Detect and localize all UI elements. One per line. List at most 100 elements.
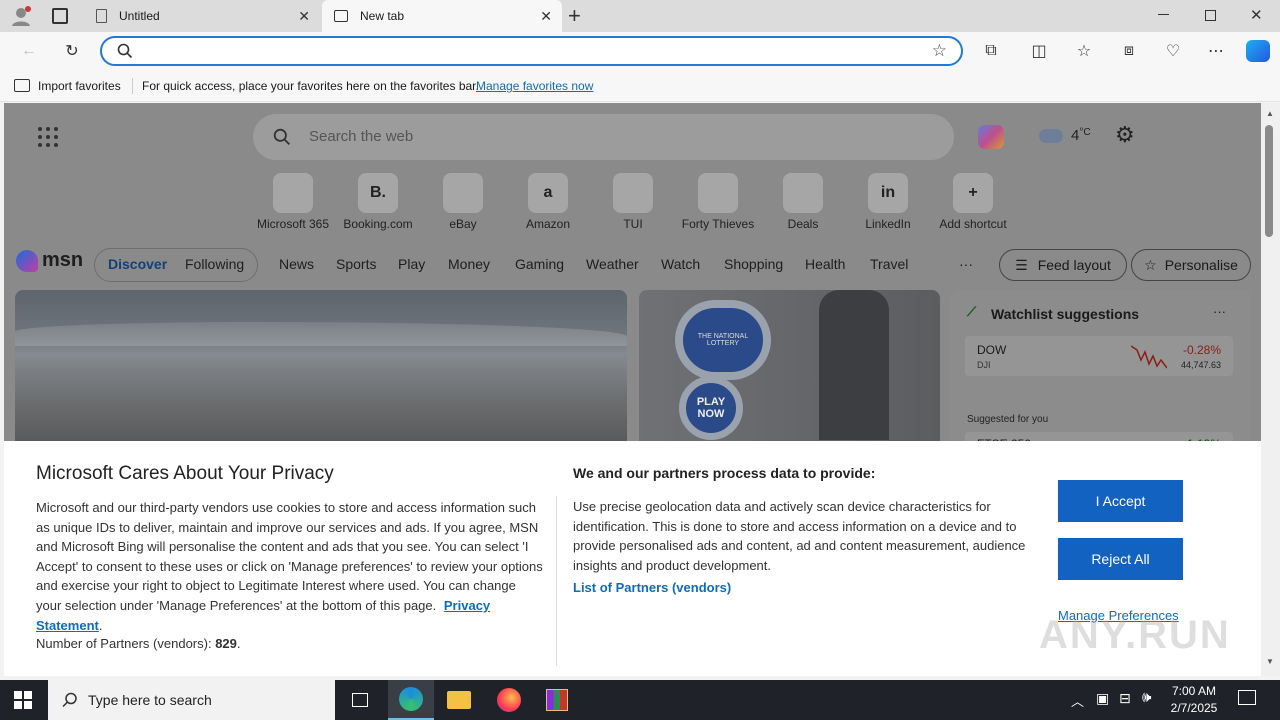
nav-more-icon[interactable]: ··· (959, 256, 973, 272)
feed-layout-button[interactable]: ☰ Feed layout (999, 249, 1127, 281)
browser-essentials-icon[interactable]: ♡ (1160, 39, 1186, 63)
taskbar-firefox[interactable] (486, 680, 532, 720)
minimize-button[interactable] (1158, 14, 1169, 15)
shortcut-booking-com[interactable]: B. Booking.com (338, 173, 418, 231)
tab-following[interactable]: Following (185, 256, 244, 272)
lottery-sign-top: THE NATIONAL LOTTERY (675, 300, 771, 380)
shortcut-deals[interactable]: Deals (763, 173, 843, 231)
favorites-bar-divider (132, 78, 133, 94)
device-icon[interactable]: ▣ (1096, 690, 1109, 707)
apps-launcher-icon[interactable] (38, 127, 58, 147)
favorite-star-icon[interactable]: ☆ (932, 41, 947, 61)
sliders-icon: ☰ (1015, 256, 1028, 273)
scroll-up-icon[interactable]: ▲ (1266, 109, 1274, 118)
amazon-icon: a (528, 173, 568, 213)
linkedin-icon: in (868, 173, 908, 213)
person-figure (819, 290, 889, 440)
clock-date: 2/7/2025 (1170, 701, 1218, 715)
new-tab-button[interactable]: + (568, 3, 581, 29)
accept-button[interactable]: I Accept (1058, 480, 1183, 522)
taskbar-search-box[interactable]: Type here to search (48, 680, 335, 720)
tab-discover[interactable]: Discover (108, 256, 167, 272)
address-bar[interactable]: ☆ (100, 36, 963, 66)
windows-logo-icon (14, 691, 32, 709)
weather-temp[interactable]: 4°C (1071, 127, 1091, 144)
scroll-thumb[interactable] (1265, 125, 1273, 237)
volume-icon[interactable]: 🕪 (1142, 689, 1151, 706)
msn-logo[interactable]: msn (16, 249, 83, 272)
folder-icon (447, 691, 471, 709)
nav-sports[interactable]: Sports (336, 256, 376, 272)
nav-shopping[interactable]: Shopping (724, 256, 783, 272)
favorites-icon[interactable]: ☆ (1071, 39, 1097, 63)
web-search-box[interactable]: Search the web (253, 114, 954, 160)
notifications-icon[interactable] (1238, 690, 1256, 705)
reject-all-button[interactable]: Reject All (1058, 538, 1183, 580)
nav-play[interactable]: Play (398, 256, 425, 272)
new-tab-page-icon (334, 10, 348, 22)
personalise-icon: ☆ (1144, 256, 1157, 273)
shortcut-microsoft-365[interactable]: Microsoft 365 (253, 173, 333, 231)
extensions-icon[interactable]: ⧉ (978, 39, 1004, 63)
stock-row-dow[interactable]: DOW DJI -0.28% 44,747.63 (965, 336, 1233, 376)
anyrun-watermark: ANY.RUN (1039, 613, 1231, 657)
import-favorites-button[interactable]: Import favorites (38, 79, 121, 93)
page-scrollbar[interactable]: ▲ ▼ (1261, 103, 1280, 676)
stock-ticker: DJI (977, 360, 991, 370)
close-tab-icon[interactable]: ✕ (298, 8, 310, 25)
tab-new-tab[interactable]: New tab ✕ (322, 0, 562, 32)
shortcut-forty-thieves[interactable]: Forty Thieves (678, 173, 758, 231)
taskbar-edge[interactable] (388, 680, 434, 720)
partners-list-link[interactable]: List of Partners (vendors) (573, 580, 731, 595)
nav-weather[interactable]: Weather (586, 256, 639, 272)
nav-gaming[interactable]: Gaming (515, 256, 564, 272)
watchlist-more-icon[interactable]: ··· (1213, 304, 1226, 319)
nav-money[interactable]: Money (448, 256, 490, 272)
system-clock[interactable]: 7:00 AM 2/7/2025 (1166, 683, 1222, 717)
tab-title: Untitled (119, 9, 160, 23)
taskbar-file-explorer[interactable] (436, 680, 482, 720)
privacy-consent-dialog: Microsoft Cares About Your Privacy Micro… (4, 441, 1261, 676)
hero-news-card[interactable] (15, 290, 627, 450)
network-icon[interactable]: ⊟ (1119, 690, 1131, 707)
firefox-icon (497, 688, 521, 712)
back-button[interactable]: ← (16, 39, 42, 63)
task-view-button[interactable] (337, 680, 383, 720)
refresh-button[interactable]: ↻ (59, 39, 85, 63)
suggested-label: Suggested for you (967, 414, 1049, 425)
show-hidden-icons-icon[interactable]: ︿ (1071, 691, 1084, 710)
import-favorites-icon (14, 79, 30, 92)
nav-news[interactable]: News (279, 256, 314, 272)
lottery-news-card[interactable]: THE NATIONAL LOTTERY PLAY NOW (639, 290, 940, 450)
tab-actions-icon[interactable] (52, 8, 68, 24)
nav-travel[interactable]: Travel (870, 256, 908, 272)
shortcut-amazon[interactable]: a Amazon (508, 173, 588, 231)
edge-icon (399, 687, 423, 711)
copilot-icon[interactable] (978, 125, 1004, 149)
hero-image-mountains (15, 322, 627, 346)
tab-title: New tab (360, 9, 405, 23)
nav-health[interactable]: Health (805, 256, 845, 272)
collections-icon[interactable]: ⧈ (1116, 39, 1142, 63)
profile-avatar[interactable] (10, 5, 32, 27)
split-screen-icon[interactable]: ◫ (1026, 39, 1052, 63)
shortcut-linkedin[interactable]: in LinkedIn (848, 173, 928, 231)
taskbar-winrar[interactable] (534, 680, 580, 720)
shortcut-label: Forty Thieves (681, 217, 755, 231)
start-button[interactable] (0, 680, 46, 720)
more-menu-icon[interactable]: ⋯ (1203, 39, 1229, 63)
shortcut-ebay[interactable]: eBay (423, 173, 503, 231)
copilot-icon[interactable] (1246, 40, 1270, 62)
manage-favorites-link[interactable]: Manage favorites now (476, 79, 593, 93)
nav-watch[interactable]: Watch (661, 256, 700, 272)
stock-sparkline (1131, 345, 1167, 369)
settings-gear-icon[interactable]: ⚙ (1115, 122, 1135, 148)
scroll-down-icon[interactable]: ▼ (1266, 657, 1274, 666)
shortcut-tui[interactable]: TUI (593, 173, 673, 231)
shortcut-add-shortcut[interactable]: + Add shortcut (933, 173, 1013, 231)
close-window-button[interactable]: ✕ (1250, 6, 1263, 24)
tab-untitled[interactable]: Untitled ✕ (84, 0, 320, 32)
close-tab-icon[interactable]: ✕ (540, 8, 552, 25)
restore-button[interactable] (1205, 10, 1216, 21)
personalise-button[interactable]: ☆ Personalise (1131, 249, 1251, 281)
